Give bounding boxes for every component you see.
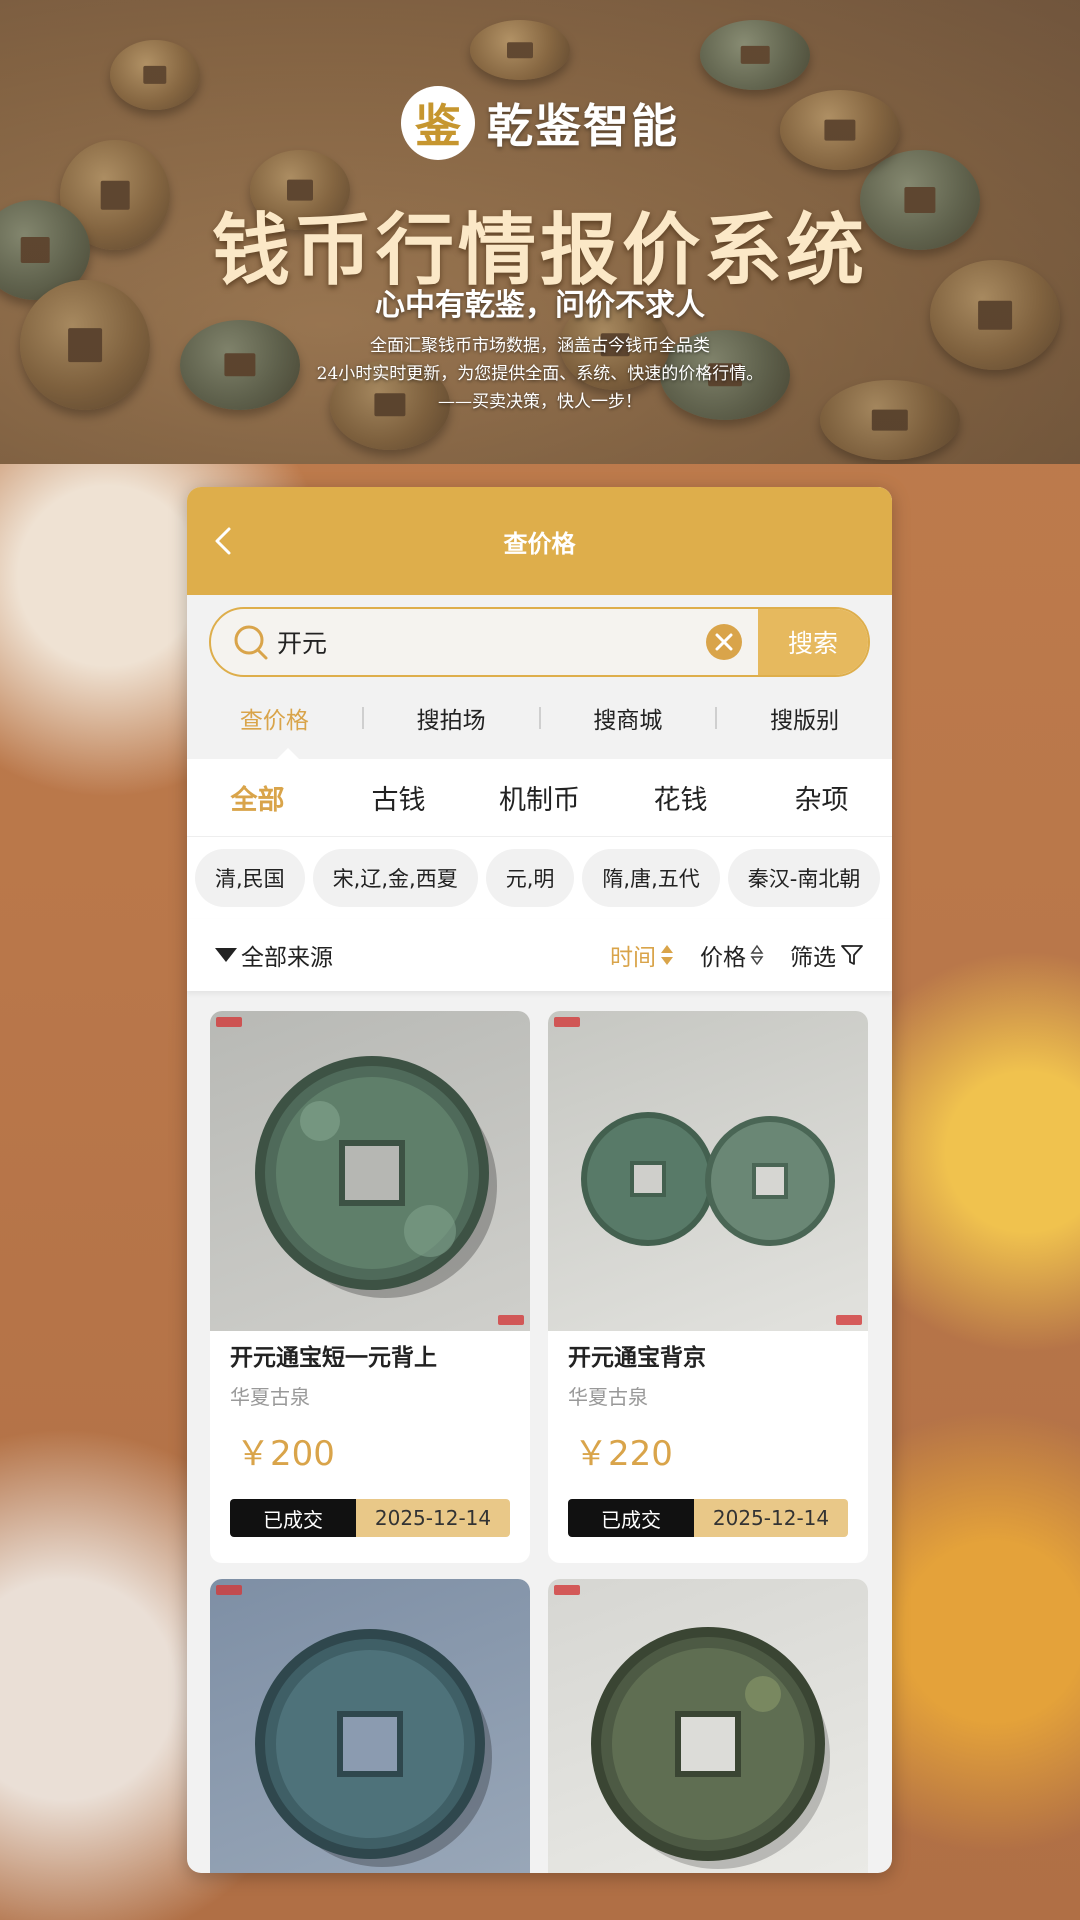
chip-qing-minguo[interactable]: 清,民国 bbox=[195, 849, 305, 907]
watermark-icon bbox=[836, 1315, 862, 1325]
search-area: 搜索 bbox=[187, 595, 892, 677]
watermark-icon bbox=[554, 1585, 580, 1595]
card-body: 开元通宝短一元背上 华夏古泉 ￥200 已成交 2025-12-14 bbox=[210, 1331, 530, 1537]
deal-status: 已成交 2025-12-14 bbox=[568, 1499, 848, 1537]
chip-yuan-ming[interactable]: 元,明 bbox=[485, 849, 575, 907]
coin-icon bbox=[255, 1629, 492, 1867]
sort-arrows-icon bbox=[750, 944, 764, 966]
banner-subtitle: 心中有乾鉴，问价不求人 bbox=[375, 288, 705, 323]
coin-icon bbox=[581, 1112, 835, 1246]
logo-text: 乾鉴智能 bbox=[487, 99, 679, 153]
watermark-icon bbox=[216, 1585, 242, 1595]
coin-photo bbox=[548, 1579, 868, 1873]
deal-status: 已成交 2025-12-14 bbox=[230, 1499, 510, 1537]
category-all[interactable]: 全部 bbox=[187, 778, 328, 817]
page-title: 查价格 bbox=[503, 529, 576, 558]
search-mode-tabs: 查价格 搜拍场 搜商城 搜版别 bbox=[187, 677, 892, 759]
banner-desc-line: ——买卖决策，快人一步！ bbox=[438, 392, 642, 412]
status-badge: 已成交 bbox=[568, 1499, 694, 1537]
chevron-left-icon[interactable] bbox=[209, 525, 241, 557]
item-price: ￥220 bbox=[574, 1434, 673, 1474]
category-tabs: 全部 古钱 机制币 花钱 杂项 bbox=[187, 759, 892, 837]
funnel-icon bbox=[841, 945, 863, 965]
brand-logo: 鉴 乾鉴智能 bbox=[0, 86, 1080, 160]
chip-sui-tang[interactable]: 隋,唐,五代 bbox=[582, 849, 720, 907]
deal-date: 2025-12-14 bbox=[694, 1499, 848, 1537]
banner-desc-line: 全面汇聚钱币市场数据，涵盖古今钱币全品类 bbox=[370, 336, 710, 356]
promo-banner: 鉴 乾鉴智能 钱币行情报价系统 心中有乾鉴，问价不求人 全面汇聚钱币市场数据，涵… bbox=[0, 0, 1080, 464]
item-title: 开元通宝短一元背上 bbox=[230, 1345, 437, 1371]
coin-icon bbox=[591, 1627, 830, 1869]
clear-icon[interactable] bbox=[704, 622, 744, 662]
chip-qin-han[interactable]: 秦汉-南北朝 bbox=[727, 849, 881, 907]
coin-photo bbox=[548, 1011, 868, 1331]
banner-description: 全面汇聚钱币市场数据，涵盖古今钱币全品类 24小时实时更新，为您提供全面、系统、… bbox=[0, 332, 1080, 416]
category-ancient[interactable]: 古钱 bbox=[328, 778, 469, 817]
item-price: ￥200 bbox=[236, 1434, 335, 1474]
filter-label: 筛选 bbox=[790, 945, 836, 971]
sort-price[interactable]: 价格 bbox=[700, 938, 764, 972]
search-bar: 搜索 bbox=[209, 607, 870, 677]
card-body: 开元通宝背京 华夏古泉 ￥220 已成交 2025-12-14 bbox=[548, 1331, 868, 1537]
watermark-icon bbox=[216, 1017, 242, 1027]
category-charm[interactable]: 花钱 bbox=[610, 778, 751, 817]
sort-time[interactable]: 时间 bbox=[610, 938, 674, 972]
status-badge: 已成交 bbox=[230, 1499, 356, 1537]
category-misc[interactable]: 杂项 bbox=[751, 778, 892, 817]
sort-arrows-icon bbox=[661, 945, 673, 965]
category-machine[interactable]: 机制币 bbox=[469, 778, 610, 817]
tab-auction[interactable]: 搜拍场 bbox=[364, 701, 539, 735]
product-card[interactable] bbox=[548, 1579, 868, 1873]
sort-time-label: 时间 bbox=[610, 945, 656, 971]
product-card[interactable]: 开元通宝背京 华夏古泉 ￥220 已成交 2025-12-14 bbox=[548, 1011, 868, 1563]
item-title: 开元通宝背京 bbox=[568, 1345, 706, 1371]
search-button[interactable]: 搜索 bbox=[758, 609, 868, 675]
logo-mark: 鉴 bbox=[401, 86, 475, 160]
deal-date: 2025-12-14 bbox=[356, 1499, 510, 1537]
app-screen: 查价格 搜索 查价格 搜拍场 搜商城 搜版别 全部 古钱 bbox=[187, 487, 892, 1873]
tab-mall[interactable]: 搜商城 bbox=[541, 701, 716, 735]
watermark-icon bbox=[498, 1315, 524, 1325]
active-tab-pointer bbox=[277, 748, 299, 759]
coin-photo bbox=[210, 1011, 530, 1331]
banner-desc-line: 24小时实时更新，为您提供全面、系统、快速的价格行情。 bbox=[316, 364, 764, 384]
item-seller: 华夏古泉 bbox=[230, 1385, 310, 1409]
chip-song-liao[interactable]: 宋,辽,金,西夏 bbox=[312, 849, 478, 907]
source-label: 全部来源 bbox=[241, 945, 333, 971]
tab-price[interactable]: 查价格 bbox=[187, 701, 362, 735]
triangle-down-icon bbox=[215, 948, 237, 962]
coin-icon bbox=[255, 1056, 497, 1298]
filter-button[interactable]: 筛选 bbox=[790, 938, 864, 972]
product-card[interactable]: 开元通宝短一元背上 华夏古泉 ￥200 已成交 2025-12-14 bbox=[210, 1011, 530, 1563]
item-seller: 华夏古泉 bbox=[568, 1385, 648, 1409]
search-input[interactable] bbox=[271, 627, 704, 657]
tab-variety[interactable]: 搜版别 bbox=[717, 701, 892, 735]
source-dropdown[interactable]: 全部来源 bbox=[215, 938, 333, 972]
dynasty-chips: 清,民国 宋,辽,金,西夏 元,明 隋,唐,五代 秦汉-南北朝 bbox=[187, 837, 892, 919]
watermark-icon bbox=[554, 1017, 580, 1027]
result-grid: 开元通宝短一元背上 华夏古泉 ￥200 已成交 2025-12-14 开元通宝背… bbox=[187, 991, 892, 1873]
filter-panel: 全部 古钱 机制币 花钱 杂项 清,民国 宋,辽,金,西夏 元,明 隋,唐,五代… bbox=[187, 759, 892, 991]
sort-bar: 全部来源 时间 价格 筛选 bbox=[187, 919, 892, 991]
sort-price-label: 价格 bbox=[700, 945, 746, 971]
product-card[interactable] bbox=[210, 1579, 530, 1873]
nav-bar: 查价格 bbox=[187, 487, 892, 595]
search-icon bbox=[234, 625, 268, 660]
coin-photo bbox=[210, 1579, 530, 1873]
